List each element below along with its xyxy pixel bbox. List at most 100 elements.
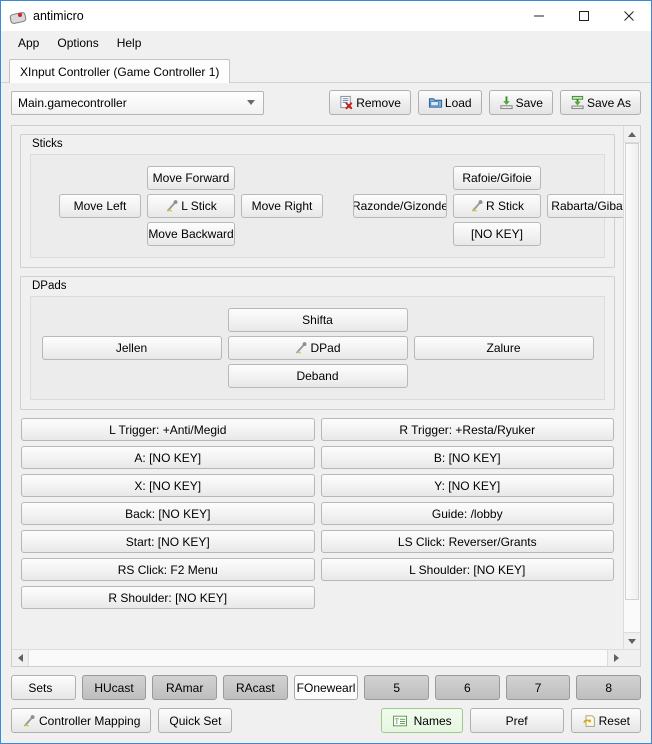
sets-toolbar: Sets HUcast RAmar RAcast FOnewearl 5 6 7… [1,667,651,700]
vertical-scroll-thumb[interactable] [625,143,639,600]
save-button[interactable]: Save [488,90,553,115]
right-stick-up-button[interactable]: Rafoie/Gifoie [453,166,541,190]
dpad-block: Shifta Jellen DPad Zalure Deband [41,308,594,388]
button-start[interactable]: Start: [NO KEY] [21,530,315,553]
menu-bar: App Options Help [1,32,651,54]
names-label: Names [413,713,452,728]
save-button-label: Save [515,95,543,110]
remove-button-label: Remove [356,95,401,110]
scroll-down-arrow-icon[interactable] [624,632,640,649]
set-button-8[interactable]: 8 [576,675,642,700]
button-rs-click[interactable]: RS Click: F2 Menu [21,558,315,581]
sets-menu-label: Sets [28,680,53,695]
pref-button[interactable]: Pref [469,708,564,733]
mapping-content: Sticks Move Forward Move Left L Stick Mo… [12,126,623,649]
close-icon[interactable] [606,1,651,31]
right-stick-center-button[interactable]: R Stick [453,194,541,218]
dpad-center-button[interactable]: DPad [227,336,408,360]
menu-app[interactable]: App [9,34,48,52]
set-button-7[interactable]: 7 [505,675,571,700]
set-button-3[interactable]: RAcast [223,675,288,700]
sticks-group-title: Sticks [32,138,63,150]
title-bar: antimicro [1,1,651,32]
menu-help[interactable]: Help [108,34,151,52]
names-button[interactable]: T Names [380,708,463,733]
button-back[interactable]: Back: [NO KEY] [21,502,315,525]
gamepad-icon [9,8,27,25]
chevron-down-icon [247,100,255,105]
button-r-trigger[interactable]: R Trigger: +Resta/Ryuker [320,418,614,441]
right-stick-center-label: R Stick [485,199,524,213]
dpad-left-button[interactable]: Jellen [41,336,222,360]
pref-label: Pref [505,713,528,728]
button-b[interactable]: B: [NO KEY] [320,446,614,469]
scroll-up-arrow-icon[interactable] [624,126,640,143]
button-x[interactable]: X: [NO KEY] [21,474,315,497]
minimize-icon[interactable] [516,1,561,31]
dpad-down-button[interactable]: Deband [227,364,408,388]
controller-mapping-button[interactable]: Controller Mapping [11,708,152,733]
window-controls [516,1,651,31]
right-stick-right-button[interactable]: Rabarta/Gibarta [547,194,623,218]
controller-mapping-label: Controller Mapping [39,713,141,728]
scroll-left-arrow-icon[interactable] [12,650,28,666]
dpad-center-label: DPad [310,341,341,355]
left-stick-down-button[interactable]: Move Backward [147,222,235,246]
quick-set-button[interactable]: Quick Set [158,708,233,733]
profile-select[interactable]: Main.gamecontroller [11,90,264,115]
svg-text:T: T [394,717,399,725]
controller-button-grid: L Trigger: +Anti/Megid R Trigger: +Resta… [20,418,615,609]
button-ls-click[interactable]: LS Click: Reverser/Grants [320,530,614,553]
set-button-2[interactable]: RAmar [152,675,218,700]
load-button[interactable]: Load [417,90,482,115]
right-stick-block: Rafoie/Gifoie Razonde/Gizonde R Stick Ra… [353,166,623,246]
button-l-shoulder[interactable]: L Shoulder: [NO KEY] [320,558,614,581]
set-button-6[interactable]: 6 [435,675,500,700]
scroll-right-arrow-icon[interactable] [608,650,624,666]
dpad-up-button[interactable]: Shifta [227,308,408,332]
button-r-shoulder[interactable]: R Shoulder: [NO KEY] [21,586,315,609]
maximize-icon[interactable] [561,1,606,31]
dpads-group-title: DPads [32,280,67,292]
quick-set-label: Quick Set [169,713,222,728]
horizontal-scroll-track[interactable] [28,650,608,666]
profile-select-value: Main.gamecontroller [18,95,127,110]
button-a[interactable]: A: [NO KEY] [21,446,315,469]
tab-xinput-controller[interactable]: XInput Controller (Game Controller 1) [9,59,231,83]
reset-button[interactable]: Reset [570,708,641,733]
left-stick-right-button[interactable]: Move Right [241,194,323,218]
load-button-label: Load [444,95,472,110]
set-button-5[interactable]: 5 [364,675,430,700]
sticks-group: Sticks Move Forward Move Left L Stick Mo… [20,134,623,268]
sets-menu-button[interactable]: Sets [11,675,76,700]
profile-toolbar: Main.gamecontroller Remove Load Save Sav… [1,83,651,122]
reset-label: Reset [598,713,630,728]
scrollbar-corner [624,650,640,666]
left-stick-left-button[interactable]: Move Left [59,194,141,218]
set-button-4[interactable]: FOnewearl [293,675,359,700]
button-l-trigger[interactable]: L Trigger: +Anti/Megid [21,418,315,441]
file-action-buttons: Remove Load Save Save As [329,90,641,115]
actions-toolbar: Controller Mapping Quick Set T Names Pre… [1,700,651,743]
horizontal-scrollbar[interactable] [12,649,640,666]
set-button-1[interactable]: HUcast [81,675,147,700]
vertical-scrollbar[interactable] [623,126,640,649]
save-as-button-label: Save As [586,95,631,110]
dpad-right-button[interactable]: Zalure [413,336,594,360]
save-as-button[interactable]: Save As [559,90,641,115]
button-guide[interactable]: Guide: /lobby [320,502,614,525]
left-stick-center-button[interactable]: L Stick [147,194,235,218]
dpads-group: DPads Shifta Jellen DPad Zalure Deband [20,276,615,410]
button-y[interactable]: Y: [NO KEY] [320,474,614,497]
window-title: antimicro [33,9,84,23]
right-stick-down-button[interactable]: [NO KEY] [453,222,541,246]
left-stick-center-label: L Stick [181,199,217,213]
menu-options[interactable]: Options [48,34,107,52]
left-stick-up-button[interactable]: Move Forward [147,166,235,190]
remove-button[interactable]: Remove [329,90,411,115]
vertical-scroll-track[interactable] [624,143,640,632]
tab-label: XInput Controller (Game Controller 1) [20,64,220,79]
right-stick-left-button[interactable]: Razonde/Gizonde [353,194,447,218]
mapping-scroll-area: Sticks Move Forward Move Left L Stick Mo… [11,125,641,667]
left-stick-block: Move Forward Move Left L Stick Move Righ… [59,166,323,246]
